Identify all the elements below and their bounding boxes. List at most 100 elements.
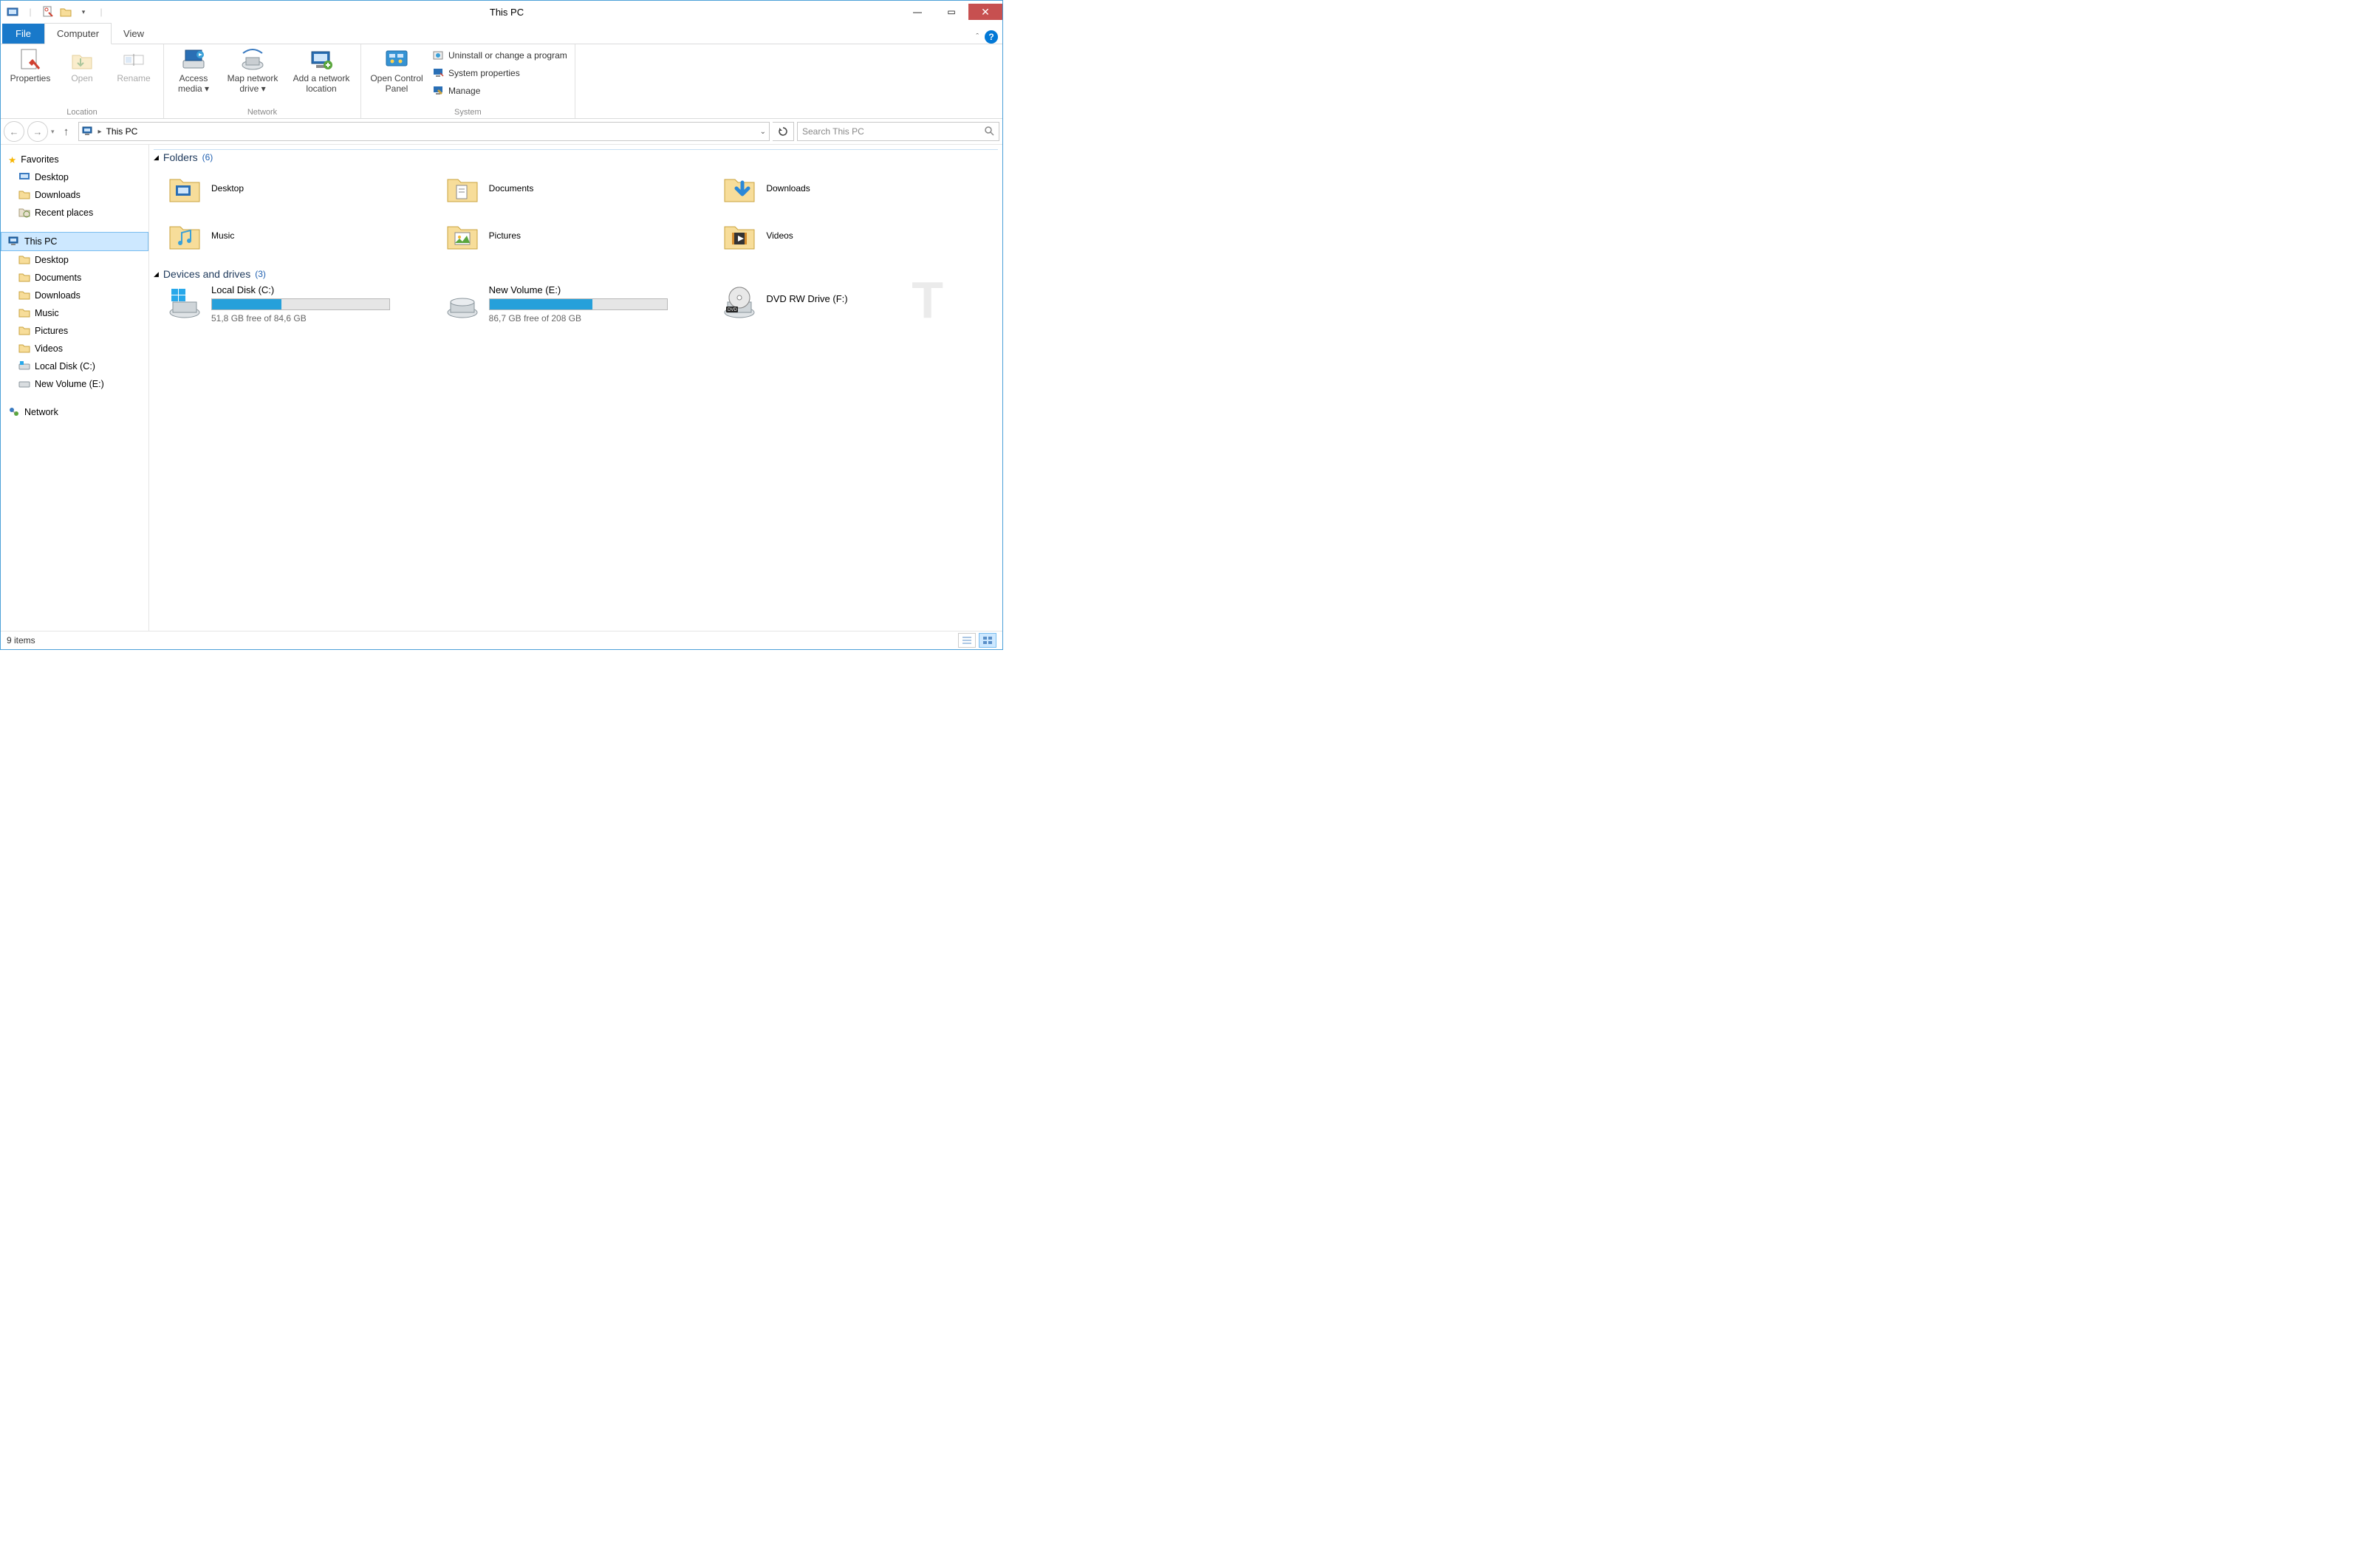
sidebar-network[interactable]: Network: [1, 403, 148, 421]
minimize-button[interactable]: —: [900, 4, 934, 20]
drive-f[interactable]: DVD DVD RW Drive (F:): [722, 284, 992, 323]
rename-label: Rename: [117, 74, 150, 84]
system-properties-icon: [432, 66, 444, 81]
sidebar-pc-downloads-label: Downloads: [35, 290, 81, 301]
sidebar-pc-vole[interactable]: New Volume (E:): [1, 375, 148, 393]
map-drive-label: Map network drive ▾: [222, 74, 284, 95]
ribbon: Properties Open Rename Location Access m…: [1, 44, 1002, 119]
rename-button[interactable]: Rename: [109, 46, 159, 86]
control-panel-label: Open Control Panel: [367, 74, 426, 95]
app-icon[interactable]: [4, 4, 21, 20]
folder-pictures-label: Pictures: [489, 230, 521, 241]
properties-label: Properties: [10, 74, 51, 84]
star-icon: ★: [8, 154, 16, 165]
close-button[interactable]: ✕: [968, 4, 1002, 20]
view-details-button[interactable]: [958, 633, 976, 648]
help-icon[interactable]: ?: [985, 30, 998, 44]
sidebar-pc-localc-label: Local Disk (C:): [35, 361, 95, 372]
sidebar-pc-music[interactable]: Music: [1, 304, 148, 322]
collapse-ribbon-icon[interactable]: ˆ: [976, 32, 979, 41]
sidebar-pc-pictures[interactable]: Pictures: [1, 322, 148, 340]
qat-properties-icon[interactable]: [40, 4, 56, 20]
group-folders-header[interactable]: ◢ Folders (6): [154, 149, 998, 163]
control-panel-icon: [384, 47, 409, 72]
group-drives-count: (3): [255, 269, 266, 279]
map-drive-button[interactable]: Map network drive ▾: [220, 46, 285, 96]
folder-videos[interactable]: Videos: [722, 215, 992, 256]
drive-e[interactable]: New Volume (E:) 86,7 GB free of 208 GB: [445, 284, 715, 323]
sidebar-fav-downloads[interactable]: Downloads: [1, 186, 148, 204]
sidebar-pc-localc[interactable]: Local Disk (C:): [1, 357, 148, 375]
qat-separator-2: |: [93, 4, 109, 20]
uninstall-icon: [432, 49, 444, 63]
folder-pictures-icon: [445, 218, 480, 253]
open-button[interactable]: Open: [57, 46, 107, 86]
folder-downloads[interactable]: Downloads: [722, 168, 992, 209]
navigation-pane: ★ Favorites Desktop Downloads Recent pla…: [1, 145, 149, 631]
drive-e-bar: [489, 298, 668, 310]
view-icons-button[interactable]: [979, 633, 996, 648]
qat-newfolder-icon[interactable]: [58, 4, 74, 20]
breadcrumb-sep-icon[interactable]: ▸: [98, 128, 102, 136]
ribbon-group-system: Open Control Panel Uninstall or change a…: [361, 44, 575, 118]
drive-c[interactable]: Local Disk (C:) 51,8 GB free of 84,6 GB: [167, 284, 437, 323]
uninstall-button[interactable]: Uninstall or change a program: [432, 47, 567, 64]
qat-dropdown-icon[interactable]: ▾: [75, 4, 92, 20]
folder-documents[interactable]: Documents: [445, 168, 715, 209]
tab-computer[interactable]: Computer: [44, 23, 112, 44]
ribbon-group-location-label: Location: [5, 106, 159, 118]
search-input[interactable]: Search This PC: [797, 122, 999, 141]
address-bar[interactable]: ▸ This PC ⌄: [78, 122, 770, 141]
folder-documents-label: Documents: [489, 183, 534, 194]
sidebar-network-label: Network: [24, 407, 58, 417]
collapse-icon: ◢: [154, 154, 159, 162]
address-dropdown-icon[interactable]: ⌄: [760, 128, 766, 136]
window-title: This PC: [113, 7, 900, 18]
sidebar-pc-documents[interactable]: Documents: [1, 269, 148, 287]
refresh-button[interactable]: [773, 122, 794, 141]
folder-pictures[interactable]: Pictures: [445, 215, 715, 256]
folder-music[interactable]: Music: [167, 215, 437, 256]
sidebar-favorites-label: Favorites: [21, 154, 58, 165]
up-button[interactable]: ↑: [58, 123, 75, 140]
forward-button[interactable]: →: [27, 121, 48, 142]
access-media-button[interactable]: Access media ▾: [168, 46, 219, 96]
folder-icon: [18, 271, 30, 285]
system-properties-button[interactable]: System properties: [432, 65, 567, 81]
pc-icon: [8, 235, 20, 249]
access-media-icon: [181, 47, 206, 72]
folder-documents-icon: [445, 171, 480, 206]
back-button[interactable]: ←: [4, 121, 24, 142]
sidebar-thispc[interactable]: This PC: [1, 232, 148, 251]
sidebar-pc-videos[interactable]: Videos: [1, 340, 148, 357]
drive-f-name: DVD RW Drive (F:): [766, 293, 992, 304]
sidebar-pc-downloads[interactable]: Downloads: [1, 287, 148, 304]
sidebar-fav-recent[interactable]: Recent places: [1, 204, 148, 222]
access-media-label: Access media ▾: [170, 74, 217, 95]
group-drives-header[interactable]: ◢ Devices and drives (3): [154, 267, 998, 280]
manage-button[interactable]: Manage: [432, 83, 567, 99]
folder-icon: [18, 342, 30, 356]
add-location-button[interactable]: Add a network location: [287, 46, 356, 96]
search-placeholder: Search This PC: [802, 126, 864, 137]
sidebar-pc-videos-label: Videos: [35, 343, 63, 354]
rename-icon: [122, 47, 146, 72]
tab-file[interactable]: File: [2, 24, 44, 44]
search-icon: [984, 126, 994, 138]
uninstall-label: Uninstall or change a program: [448, 50, 567, 61]
sidebar-favorites[interactable]: ★ Favorites: [1, 151, 148, 168]
history-dropdown-icon[interactable]: ▾: [51, 128, 55, 136]
sidebar-pc-music-label: Music: [35, 308, 59, 318]
ribbon-group-system-label: System: [366, 106, 570, 118]
control-panel-button[interactable]: Open Control Panel: [366, 46, 428, 96]
breadcrumb-thispc[interactable]: This PC: [106, 126, 138, 137]
properties-button[interactable]: Properties: [5, 46, 55, 86]
add-location-label: Add a network location: [288, 74, 355, 95]
sidebar-fav-desktop[interactable]: Desktop: [1, 168, 148, 186]
maximize-button[interactable]: ▭: [934, 4, 968, 20]
folder-desktop[interactable]: Desktop: [167, 168, 437, 209]
folder-desktop-icon: [167, 171, 202, 206]
ribbon-group-network-label: Network: [168, 106, 356, 118]
tab-view[interactable]: View: [112, 24, 156, 44]
sidebar-pc-desktop[interactable]: Desktop: [1, 251, 148, 269]
